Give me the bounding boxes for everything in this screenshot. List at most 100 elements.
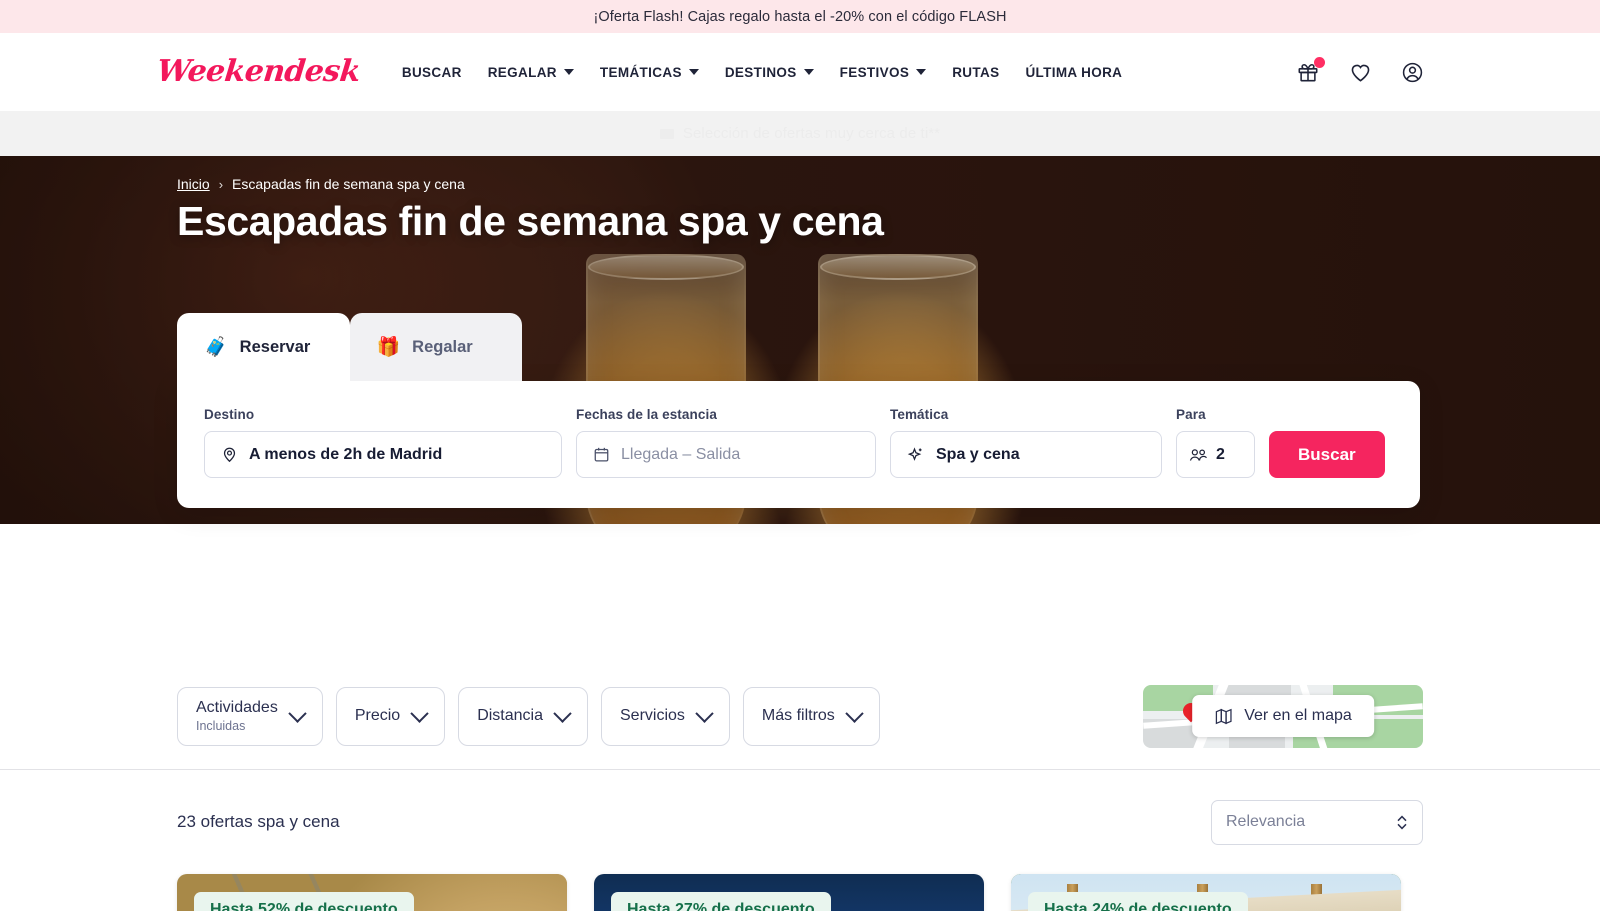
para-input[interactable]: 2 (1176, 431, 1255, 478)
nav-item-tematicas[interactable]: TEMÁTICAS (600, 65, 699, 80)
results-grid: Hasta 52% de descuento Hasta 27% de desc… (0, 874, 1600, 911)
filter-mas-filtros[interactable]: Más filtros (742, 686, 880, 746)
ver-en-el-mapa-button[interactable]: Ver en el mapa (1192, 695, 1374, 737)
nav-label: REGALAR (487, 64, 557, 80)
sort-select[interactable]: Relevancia (1211, 799, 1423, 845)
chevron-down-icon (803, 69, 814, 75)
results-count: 23 ofertas spa y cena (177, 812, 340, 831)
suitcase-icon: 🧳 (204, 336, 228, 358)
hero-spacer (0, 524, 1600, 663)
page-root: ¡Oferta Flash! Cajas regalo hasta el -20… (0, 0, 1600, 911)
search-tabs: 🧳 Reservar 🎁 Regalar (177, 313, 522, 381)
nav-item-festivos[interactable]: FESTIVOS (840, 65, 927, 80)
promo-text: ¡Oferta Flash! Cajas regalo hasta el -20… (593, 8, 1007, 25)
buscar-button[interactable]: Buscar (1269, 431, 1385, 478)
offer-card[interactable]: Hasta 52% de descuento (177, 874, 567, 911)
filter-distancia[interactable]: Distancia (458, 686, 588, 746)
tab-reservar[interactable]: 🧳 Reservar (177, 313, 350, 381)
discount-badge: Hasta 27% de descuento (611, 892, 831, 911)
map-preview[interactable]: Ver en el mapa (1143, 684, 1423, 748)
account-icon[interactable] (1399, 59, 1425, 85)
discount-badge: Hasta 24% de descuento (1028, 892, 1248, 911)
sparkle-icon (907, 446, 922, 461)
filter-pills: Actividades Incluidas Precio Distancia S… (177, 686, 880, 746)
destino-input[interactable]: A menos de 2h de Madrid (204, 431, 562, 478)
main-nav: BUSCAR REGALAR TEMÁTICAS DESTINOS FESTIV… (402, 65, 1122, 80)
filter-precio[interactable]: Precio (335, 686, 446, 746)
field-para: Para 2 (1176, 407, 1255, 478)
page-title: Escapadas fin de semana spa y cena (177, 198, 884, 244)
guests-icon (1189, 448, 1207, 461)
location-pin-icon (223, 447, 236, 463)
offer-card[interactable]: Hasta 24% de descuento (1011, 874, 1401, 911)
nav-label: DESTINOS (724, 64, 797, 80)
card-icon (659, 128, 674, 139)
heart-icon[interactable] (1347, 59, 1373, 85)
field-destino: Destino A menos de 2h de Madrid (204, 407, 562, 478)
filter-bar: Actividades Incluidas Precio Distancia S… (0, 663, 1600, 770)
sort-chevrons-icon (1396, 814, 1408, 831)
chevron-down-icon (553, 703, 572, 723)
filter-actividades[interactable]: Actividades Incluidas (177, 686, 323, 746)
para-label: Para (1176, 407, 1206, 422)
offer-card[interactable]: Hasta 27% de descuento (594, 874, 984, 911)
destino-value: A menos de 2h de Madrid (249, 445, 443, 463)
gift-box-icon: 🎁 (376, 336, 401, 358)
breadcrumb-separator-icon: › (218, 176, 224, 192)
nav-item-regalar[interactable]: REGALAR (488, 65, 574, 80)
destino-label: Destino (204, 407, 255, 422)
results-header: 23 ofertas spa y cena Relevancia (0, 770, 1600, 874)
filter-label: Precio (354, 706, 401, 724)
nav-label: BUSCAR (401, 64, 462, 80)
nav-label: FESTIVOS (839, 64, 910, 80)
tematica-value: Spa y cena (936, 445, 1020, 463)
chevron-down-icon (563, 69, 574, 75)
site-header: Weekendesk BUSCAR REGALAR TEMÁTICAS DEST… (0, 33, 1600, 111)
para-value: 2 (1216, 445, 1225, 463)
fechas-input[interactable]: Llegada – Salida (576, 431, 876, 478)
nav-item-ultima-hora[interactable]: ÚLTIMA HORA (1025, 65, 1122, 80)
map-icon (1215, 708, 1232, 724)
chevron-down-icon (916, 69, 927, 75)
field-tematica: Temática Spa y cena (890, 407, 1162, 478)
chevron-down-icon (410, 703, 429, 723)
tab-regalar[interactable]: 🎁 Regalar (349, 313, 522, 381)
tematica-input[interactable]: Spa y cena (890, 431, 1162, 478)
tab-label: Regalar (412, 337, 473, 356)
sort-value: Relevancia (1226, 813, 1306, 830)
tematica-label: Temática (890, 407, 949, 422)
nav-item-rutas[interactable]: RUTAS (952, 65, 999, 80)
chevron-down-icon (688, 69, 699, 75)
filter-label: Actividades (196, 699, 278, 717)
weekendesk-logo[interactable]: Weekendesk (155, 54, 362, 89)
filter-label: Distancia (477, 706, 543, 724)
discount-badge: Hasta 52% de descuento (194, 892, 414, 911)
breadcrumb-home-link[interactable]: Inicio (177, 176, 210, 192)
hero-content: Inicio › Escapadas fin de semana spa y c… (0, 156, 1600, 245)
flash-promo-bar[interactable]: ¡Oferta Flash! Cajas regalo hasta el -20… (0, 0, 1600, 33)
map-button-label: Ver en el mapa (1244, 707, 1352, 724)
filter-sublabel: Incluidas (196, 718, 246, 733)
filter-label: Más filtros (761, 706, 835, 724)
nearby-offers-text: Selección de ofertas muy cerca de ti** (682, 125, 941, 142)
filter-servicios[interactable]: Servicios (601, 686, 730, 746)
notification-dot (1314, 57, 1325, 68)
chevron-down-icon (288, 703, 307, 723)
calendar-icon (594, 447, 609, 462)
chevron-down-icon (695, 703, 714, 723)
nav-label: TEMÁTICAS (599, 64, 682, 80)
search-widget: 🧳 Reservar 🎁 Regalar Destino A menos de … (177, 313, 1420, 508)
fechas-label: Fechas de la estancia (576, 407, 717, 422)
gift-icon[interactable] (1295, 57, 1325, 85)
nearby-offers-strip: Selección de ofertas muy cerca de ti** (0, 111, 1600, 156)
header-actions (1295, 57, 1560, 85)
nav-item-buscar[interactable]: BUSCAR (402, 65, 462, 80)
tab-label: Reservar (239, 337, 311, 356)
breadcrumb: Inicio › Escapadas fin de semana spa y c… (177, 176, 1600, 192)
nav-label: ÚLTIMA HORA (1025, 64, 1123, 80)
nav-item-destinos[interactable]: DESTINOS (725, 65, 814, 80)
breadcrumb-current: Escapadas fin de semana spa y cena (232, 176, 465, 192)
fechas-placeholder: Llegada – Salida (621, 445, 741, 463)
search-panel: Destino A menos de 2h de Madrid Fechas d… (177, 381, 1420, 508)
field-fechas: Fechas de la estancia Llegada – Salida (576, 407, 876, 478)
